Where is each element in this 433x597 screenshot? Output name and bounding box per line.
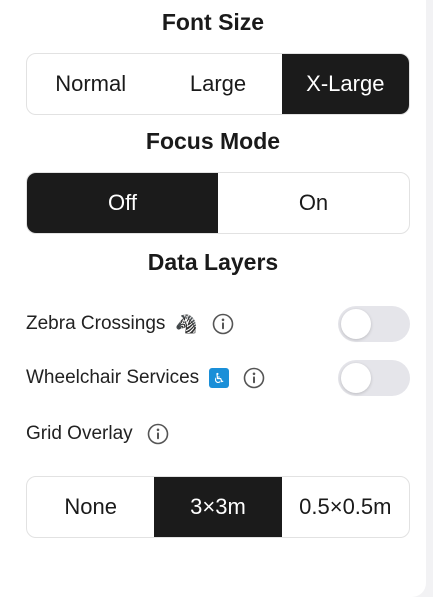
wheelchair-services-toggle[interactable] — [338, 360, 410, 396]
info-icon[interactable] — [243, 367, 265, 389]
grid-05x05m-option[interactable]: 0.5×0.5m — [282, 477, 409, 537]
focus-mode-selector: Off On — [26, 172, 410, 234]
focus-mode-off-option[interactable]: Off — [27, 173, 218, 233]
grid-overlay-label: Grid Overlay — [26, 423, 133, 444]
font-size-selector: Normal Large X-Large — [26, 53, 410, 115]
toggle-knob — [341, 309, 371, 339]
grid-none-option[interactable]: None — [27, 477, 154, 537]
toggle-knob — [341, 363, 371, 393]
font-size-large-option[interactable]: Large — [154, 54, 281, 114]
grid-3x3m-option[interactable]: 3×3m — [154, 477, 282, 537]
zebra-crossings-toggle[interactable] — [338, 306, 410, 342]
font-size-xlarge-option[interactable]: X-Large — [281, 54, 409, 114]
font-size-title: Font Size — [161, 9, 265, 35]
wheelchair-icon: ♿ — [209, 368, 230, 388]
grid-overlay-row: Grid Overlay — [26, 414, 410, 454]
info-icon[interactable] — [147, 423, 169, 445]
wheelchair-services-label: Wheelchair Services — [26, 367, 200, 388]
zebra-crossings-row: Zebra Crossings 🦓 — [26, 304, 410, 344]
zebra-icon: 🦓 — [175, 313, 198, 334]
data-layers-title: Data Layers — [147, 249, 279, 275]
focus-mode-on-option[interactable]: On — [218, 173, 409, 233]
zebra-crossings-label: Zebra Crossings — [26, 313, 166, 334]
font-size-normal-option[interactable]: Normal — [27, 54, 154, 114]
info-icon[interactable] — [212, 313, 234, 335]
wheelchair-services-row: Wheelchair Services ♿ — [26, 358, 410, 398]
grid-overlay-selector: None 3×3m 0.5×0.5m — [26, 476, 410, 538]
settings-panel: Font Size Normal Large X-Large Focus Mod… — [0, 0, 426, 597]
focus-mode-title: Focus Mode — [145, 128, 281, 154]
